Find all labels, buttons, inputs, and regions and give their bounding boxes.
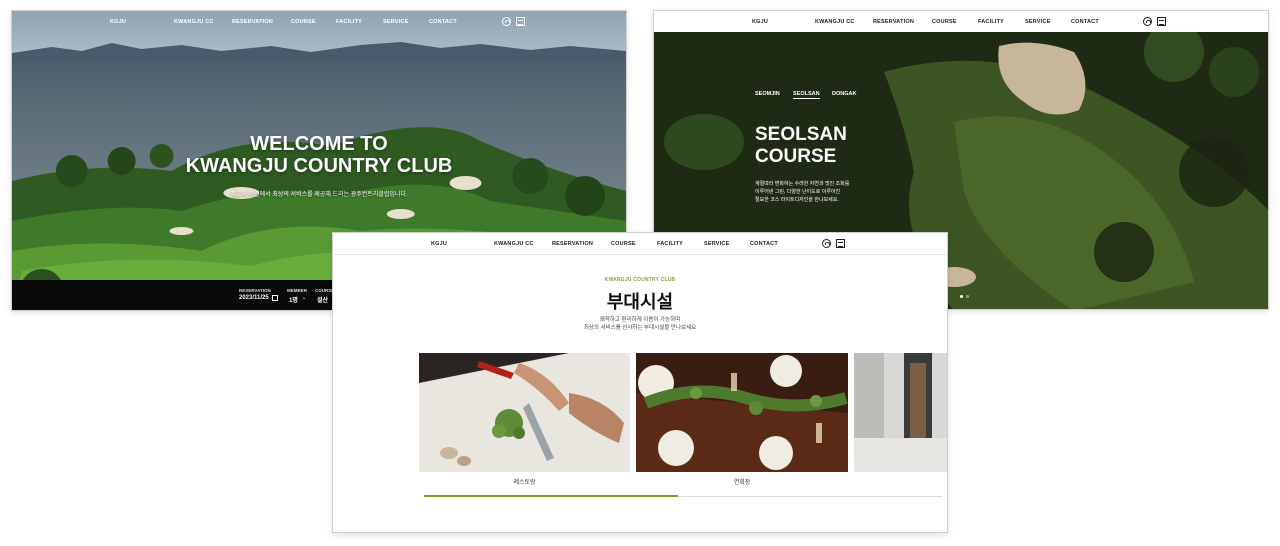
user-icon[interactable] xyxy=(502,17,511,26)
member-label: MEMBER xyxy=(287,288,307,293)
nav-item-course[interactable]: COURSE xyxy=(932,19,957,25)
slider-progress-fill xyxy=(424,495,678,497)
card-caption-banquet: 연회장 xyxy=(733,480,751,486)
nav-item-service[interactable]: SERVICE xyxy=(1025,19,1050,25)
banquet-image xyxy=(636,353,848,472)
nav-item-kwangju-cc[interactable]: KWANGJU CC xyxy=(815,19,855,25)
course-title-line2: COURSE xyxy=(755,146,837,167)
showcase-stage: KGJU KWANGJU CC RESERVATION COURSE FACIL… xyxy=(0,0,1280,546)
nav-logo[interactable]: KGJU xyxy=(110,19,126,25)
course-title-line1: SEOLSAN xyxy=(755,124,847,145)
menu-icon[interactable] xyxy=(836,239,845,248)
facility-nav: KGJU KWANGJU CC RESERVATION COURSE FACIL… xyxy=(333,233,947,255)
facility-card-banquet[interactable] xyxy=(636,353,848,472)
nav-item-service[interactable]: SERVICE xyxy=(704,241,729,247)
course-desc-line: 절묘한 코스 라이트디자인을 만나보세요. xyxy=(755,197,839,203)
nav-item-contact[interactable]: CONTACT xyxy=(1071,19,1099,25)
nav-item-facility[interactable]: FACILITY xyxy=(657,241,683,247)
facility-card-interior[interactable] xyxy=(854,353,947,472)
course-nav: KGJU KWANGJU CC RESERVATION COURSE FACIL… xyxy=(654,11,1268,33)
user-icon[interactable] xyxy=(1143,17,1152,26)
course-select[interactable]: 설산 xyxy=(317,295,328,304)
nav-logo[interactable]: KGJU xyxy=(431,241,447,247)
nav-item-course[interactable]: COURSE xyxy=(611,241,636,247)
tab-seolsan[interactable]: SEOLSAN xyxy=(793,91,820,99)
nav-item-facility[interactable]: FACILITY xyxy=(336,19,362,25)
tab-seomjin[interactable]: SEOMJIN xyxy=(755,91,780,97)
nav-logo[interactable]: KGJU xyxy=(752,19,768,25)
slide-dot[interactable] xyxy=(966,295,969,298)
restaurant-image xyxy=(419,353,630,472)
slide-dot-active[interactable] xyxy=(960,295,963,298)
menu-icon[interactable] xyxy=(516,17,525,26)
section-subtitle-line2: 최상의 서비스를 선사하는 부대시설을 만나보세요 xyxy=(583,325,697,331)
hero-title-line1: WELCOME TO xyxy=(250,133,388,155)
nav-item-reservation[interactable]: RESERVATION xyxy=(552,241,593,247)
chevron-down-icon[interactable]: ⌄ xyxy=(302,295,306,301)
course-desc-line: 계절따라 변화하는 수려한 자연과 멋진 조화를 xyxy=(755,181,850,187)
nav-item-service[interactable]: SERVICE xyxy=(383,19,408,25)
member-select[interactable]: 1명 xyxy=(289,295,298,304)
nav-item-contact[interactable]: CONTACT xyxy=(429,19,457,25)
section-eyebrow: KWANGJU COUNTRY CLUB xyxy=(604,277,676,283)
nav-item-contact[interactable]: CONTACT xyxy=(750,241,778,247)
nav-item-kwangju-cc[interactable]: KWANGJU CC xyxy=(494,241,534,247)
hero-subtitle: 최고의 자연에서 최상의 서비스를 제공해 드리는 광주컨트리클럽입니다. xyxy=(230,192,408,198)
calendar-icon[interactable] xyxy=(272,295,278,301)
course-description: 계절따라 변화하는 수려한 자연과 멋진 조화를 이루어낸 그린, 다양한 난이… xyxy=(755,180,895,204)
nav-item-kwangju-cc[interactable]: KWANGJU CC xyxy=(174,19,214,25)
reservation-date[interactable]: 2023/11/25 xyxy=(239,295,269,301)
course-desc-line: 이루어낸 그린, 다양한 난이도로 이루어진 xyxy=(755,189,841,195)
tab-dongak[interactable]: DONGAK xyxy=(832,91,856,97)
nav-item-course[interactable]: COURSE xyxy=(291,19,316,25)
facility-screen: KGJU KWANGJU CC RESERVATION COURSE FACIL… xyxy=(332,232,948,533)
user-icon[interactable] xyxy=(822,239,831,248)
nav-item-reservation[interactable]: RESERVATION xyxy=(873,19,914,25)
menu-icon[interactable] xyxy=(1157,17,1166,26)
nav-item-facility[interactable]: FACILITY xyxy=(978,19,1004,25)
section-title: 부대시설 xyxy=(606,292,674,312)
main-nav: KGJU KWANGJU CC RESERVATION COURSE FACIL… xyxy=(12,11,626,33)
nav-item-reservation[interactable]: RESERVATION xyxy=(232,19,273,25)
course-title: SEOLSAN COURSE xyxy=(755,124,847,168)
hero-title-line2: KWANGJU COUNTRY CLUB xyxy=(185,155,453,177)
facility-card-restaurant[interactable] xyxy=(419,353,630,472)
reservation-label: RESERVATION xyxy=(239,288,271,293)
card-caption-restaurant: 레스토랑 xyxy=(513,480,536,486)
section-subtitle-line1: 쾌적하고 편리하게 이용이 가능하며 xyxy=(599,317,681,323)
interior-image xyxy=(854,353,947,472)
